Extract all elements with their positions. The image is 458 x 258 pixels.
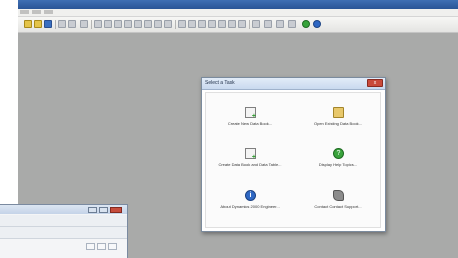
- toolbar: [18, 17, 458, 33]
- lock-icon[interactable]: [252, 20, 260, 28]
- export-icon[interactable]: [218, 20, 226, 28]
- menu-item-edit[interactable]: [32, 10, 41, 14]
- grid-icon[interactable]: [178, 20, 186, 28]
- back-icon[interactable]: [86, 243, 95, 250]
- help-icon[interactable]: [302, 20, 310, 28]
- table-icon[interactable]: [188, 20, 196, 28]
- task-display-help[interactable]: ? Display Help Topics...: [294, 148, 382, 178]
- toolbar-separator: [249, 20, 250, 29]
- open-folder-icon: [333, 107, 344, 118]
- secondary-toolbar: [0, 227, 127, 239]
- import-icon[interactable]: [228, 20, 236, 28]
- info-icon: i: [245, 190, 256, 201]
- task-label: Display Help Topics...: [318, 162, 358, 167]
- toolbar-separator: [55, 20, 56, 29]
- filter-icon[interactable]: [238, 20, 246, 28]
- key-icon[interactable]: [276, 20, 284, 28]
- rewind-icon[interactable]: [104, 20, 112, 28]
- first-icon[interactable]: [94, 20, 102, 28]
- dialog-title-bar[interactable]: Select a Task x: [202, 78, 385, 90]
- toolbar-separator: [91, 20, 92, 29]
- new-icon[interactable]: [24, 20, 32, 28]
- toolbar-separator: [175, 20, 176, 29]
- tool-icon[interactable]: [264, 20, 272, 28]
- report-icon[interactable]: [208, 20, 216, 28]
- secondary-title-bar[interactable]: [0, 205, 127, 214]
- title-bar[interactable]: [18, 0, 458, 9]
- new-data-table-icon: [245, 148, 256, 161]
- menu-bar: [18, 9, 458, 17]
- settings-icon[interactable]: [80, 20, 88, 28]
- refresh-icon[interactable]: [108, 243, 117, 250]
- search-icon[interactable]: [154, 20, 162, 28]
- forward-icon[interactable]: [134, 20, 142, 28]
- save-icon[interactable]: [44, 20, 52, 28]
- task-label: Contact Contact Support...: [314, 204, 362, 209]
- task-label: Create New Data Book...: [227, 121, 273, 126]
- menu-item-help[interactable]: [44, 10, 53, 14]
- task-contact-support[interactable]: Contact Contact Support...: [294, 190, 382, 220]
- task-label: Open Existing Data Book...: [313, 121, 363, 126]
- close-button[interactable]: x: [367, 79, 383, 87]
- task-list: Create New Data Book... Open Existing Da…: [205, 92, 381, 228]
- secondary-window: [0, 204, 128, 258]
- select-task-dialog: Select a Task x Create New Data Book... …: [201, 77, 386, 232]
- secondary-controls: [0, 241, 127, 252]
- new-data-book-icon: [245, 107, 256, 120]
- forward-icon[interactable]: [97, 243, 106, 250]
- copy-icon[interactable]: [68, 20, 76, 28]
- prev-icon[interactable]: [114, 20, 122, 28]
- last-icon[interactable]: [144, 20, 152, 28]
- task-create-data-book[interactable]: Create New Data Book...: [206, 107, 294, 137]
- task-label: About Dynamics 2000 Engineer...: [220, 204, 280, 209]
- task-about[interactable]: i About Dynamics 2000 Engineer...: [206, 190, 294, 220]
- dialog-title: Select a Task: [205, 80, 235, 86]
- wrench-icon[interactable]: [288, 20, 296, 28]
- chart-icon[interactable]: [198, 20, 206, 28]
- minimize-icon[interactable]: [88, 207, 97, 213]
- next-icon[interactable]: [124, 20, 132, 28]
- help-icon: ?: [333, 148, 344, 159]
- zoom-icon[interactable]: [164, 20, 172, 28]
- task-label: Create Data Book and Data Table...: [218, 162, 282, 167]
- open-icon[interactable]: [34, 20, 42, 28]
- task-create-data-table[interactable]: Create Data Book and Data Table...: [206, 148, 294, 178]
- support-icon: [333, 190, 344, 201]
- menu-item-file[interactable]: [20, 10, 29, 14]
- close-icon[interactable]: [110, 207, 122, 213]
- info-icon[interactable]: [313, 20, 321, 28]
- maximize-icon[interactable]: [99, 207, 108, 213]
- secondary-menu-bar: [0, 215, 127, 227]
- print-icon[interactable]: [58, 20, 66, 28]
- task-open-data-book[interactable]: Open Existing Data Book...: [294, 107, 382, 137]
